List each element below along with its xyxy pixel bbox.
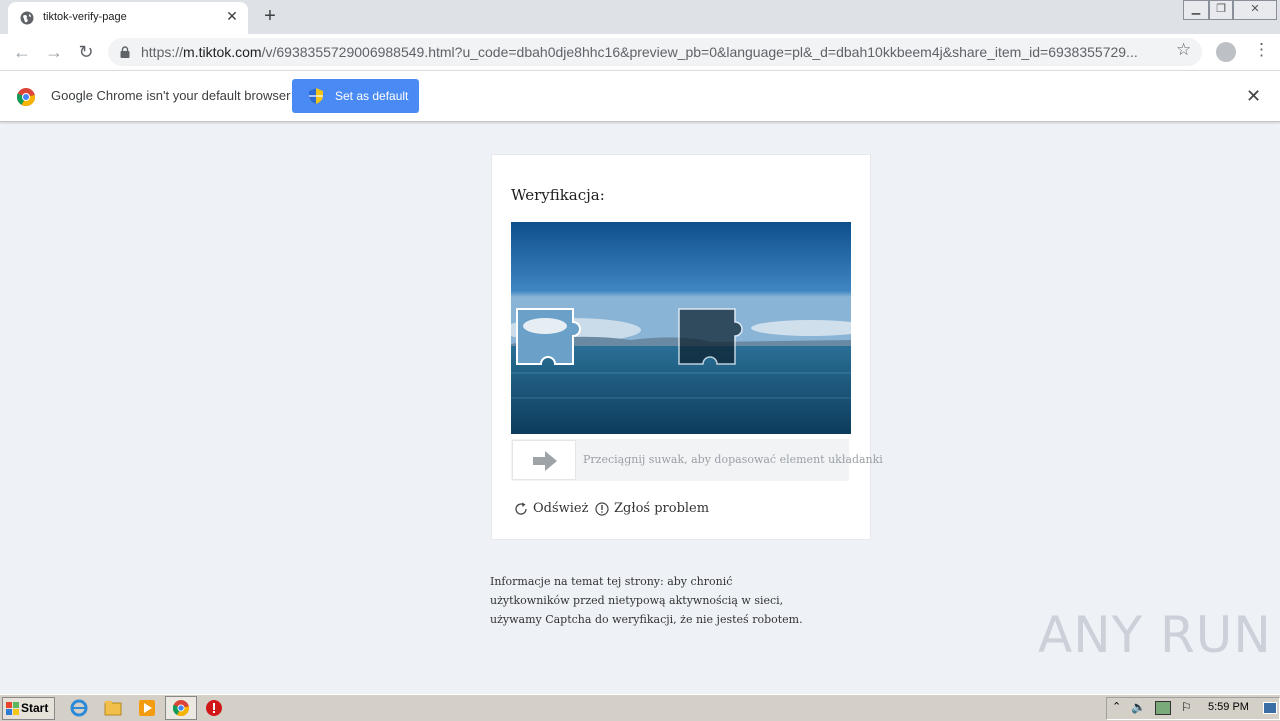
volume-icon[interactable]: 🔈 — [1131, 700, 1146, 714]
reload-icon[interactable]: ↻ — [75, 41, 97, 63]
captcha-slider-track: Przeciągnij suwak, aby dopasować element… — [511, 439, 883, 481]
alert-circle-icon — [595, 502, 609, 516]
system-tray: ⌃ 🔈 ⚐ — [1106, 697, 1280, 720]
address-bar[interactable]: https://m.tiktok.com/v/69383557290069885… — [108, 38, 1202, 66]
stop-icon[interactable] — [205, 699, 223, 717]
anyrun-watermark: ANY RUN — [1038, 606, 1272, 664]
puzzle-target-slot — [678, 308, 743, 365]
sea-landscape-image — [511, 222, 851, 434]
slider-hint: Przeciągnij suwak, aby dopasować element… — [583, 453, 883, 466]
network-icon[interactable] — [1155, 701, 1171, 715]
forward-icon[interactable]: → — [43, 41, 65, 63]
bookmark-star-icon[interactable]: ☆ — [1176, 40, 1191, 60]
close-icon[interactable]: ✕ — [224, 8, 240, 24]
default-browser-infobar: Google Chrome isn't your default browser… — [0, 70, 1280, 122]
infobar-close-icon[interactable]: ✕ — [1246, 86, 1261, 107]
tab-active[interactable]: tiktok-verify-page ✕ — [8, 2, 248, 34]
refresh-label: Odśwież — [533, 501, 589, 516]
internet-explorer-icon[interactable] — [70, 699, 88, 717]
url-text: https://m.tiktok.com/v/69383557290069885… — [141, 44, 1171, 60]
shield-icon — [309, 88, 323, 104]
minimize-button[interactable]: ▁ — [1183, 0, 1209, 20]
lock-icon — [120, 46, 130, 58]
show-desktop-icon[interactable] — [1263, 702, 1277, 714]
window-close-button[interactable]: ✕ — [1233, 0, 1277, 20]
menu-kebab-icon[interactable]: ⋮ — [1253, 40, 1270, 60]
media-player-icon[interactable] — [138, 699, 156, 717]
slider-handle[interactable] — [512, 440, 576, 480]
chrome-taskbar-icon — [173, 700, 189, 716]
taskbar-chrome-button[interactable] — [165, 696, 197, 720]
chrome-logo-icon — [17, 88, 35, 106]
profile-avatar[interactable] — [1216, 42, 1236, 62]
windows-logo-icon — [6, 702, 19, 715]
url-host: m.tiktok.com — [183, 44, 262, 60]
url-path: /v/6938355729006988549.html?u_code=dbah0… — [261, 44, 1138, 60]
flag-icon[interactable]: ⚐ — [1181, 700, 1192, 714]
report-problem-label: Zgłoś problem — [614, 501, 710, 516]
globe-icon — [20, 11, 34, 25]
new-tab-button[interactable]: + — [259, 5, 281, 27]
refresh-icon — [515, 502, 527, 515]
set-as-default-button[interactable]: Set as default — [292, 79, 419, 113]
set-as-default-label: Set as default — [335, 89, 409, 103]
start-label: Start — [21, 701, 49, 715]
infobar-message: Google Chrome isn't your default browser — [51, 88, 291, 103]
tray-expand-icon[interactable]: ⌃ — [1112, 700, 1121, 713]
clock: 5:59 PM — [1208, 701, 1249, 713]
puzzle-image — [511, 222, 851, 434]
tab-strip: tiktok-verify-page ✕ + ▁ ❐ ✕ — [0, 0, 1280, 34]
captcha-card: Weryfikacja: Przeciągnij suwak, aby dopa… — [491, 154, 883, 540]
info-text: Informacje na temat tej strony: aby chro… — [490, 575, 803, 626]
arrow-right-icon — [533, 451, 557, 471]
back-icon[interactable]: ← — [11, 41, 33, 63]
windows-taskbar: Start ⌃ 🔈 ⚐ 5:59 PM — [0, 694, 1280, 721]
url-scheme: https:// — [141, 44, 184, 60]
restore-button[interactable]: ❐ — [1209, 0, 1233, 20]
folder-icon[interactable] — [104, 699, 122, 717]
tab-title: tiktok-verify-page — [43, 11, 127, 23]
start-button[interactable]: Start — [2, 697, 55, 720]
puzzle-piece[interactable] — [516, 308, 581, 365]
browser-toolbar: ← → ↻ https://m.tiktok.com/v/69383557290… — [0, 34, 1280, 70]
captcha-title: Weryfikacja: — [511, 186, 605, 204]
